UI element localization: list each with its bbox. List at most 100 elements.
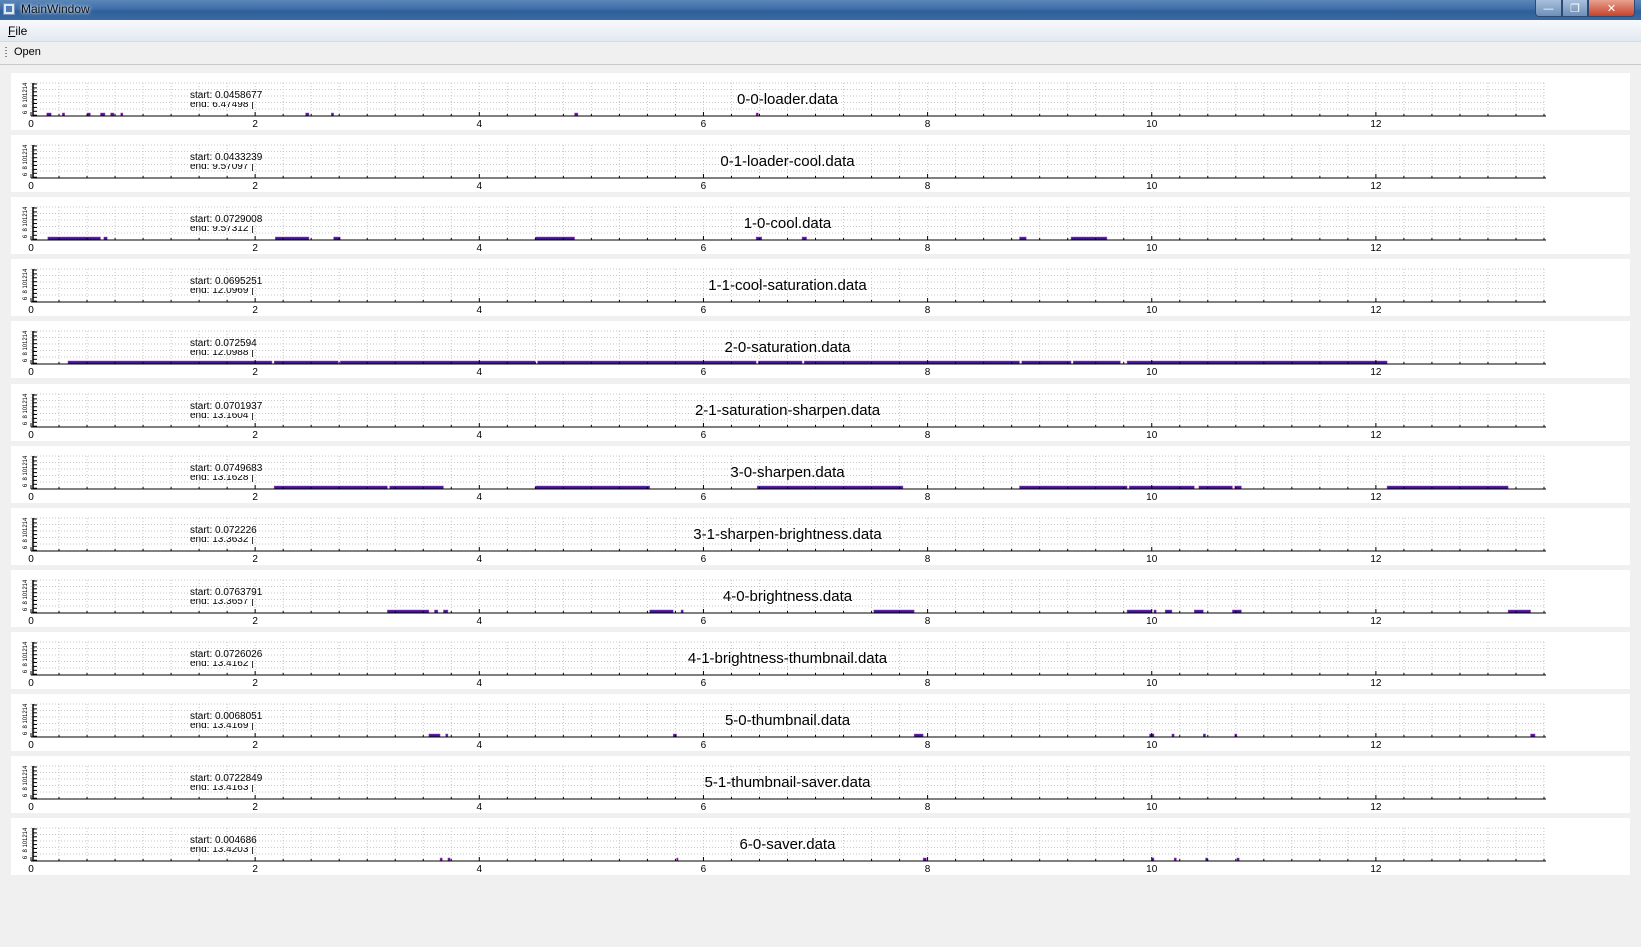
end-time-label: end: 13.1628 |: [190, 475, 254, 483]
plot-panel: 14 12 10 8 6 0 2 4 6 8 10 12 start: 0.0458677 end: 6.…: [11, 73, 1630, 130]
start-time-label: start: 0.0722849: [190, 773, 263, 785]
x-tick-label: 12: [1370, 864, 1382, 875]
x-tick-label: 12: [1370, 181, 1382, 192]
x-tick-label: 4: [477, 181, 483, 192]
x-tick-label: 2: [252, 678, 258, 689]
end-time-text: end: 13.3657 |: [190, 598, 254, 607]
y-tick-label: 10: [23, 530, 29, 537]
x-tick-label: 10: [1146, 864, 1158, 875]
close-button[interactable]: ✕: [1588, 0, 1635, 17]
start-time-label: start: 0.0763791: [190, 586, 263, 598]
y-tick-label: 14: [23, 144, 29, 151]
x-tick-label: 2: [252, 181, 258, 192]
title-bar[interactable]: MainWindow — ❐ ✕: [0, 0, 1641, 20]
end-time-text: end: 6.47498 |: [190, 102, 254, 110]
x-tick-label: 8: [925, 740, 931, 751]
y-tick-label: 14: [23, 206, 29, 213]
x-tick-label: 12: [1370, 492, 1382, 503]
y-tick-label: 6: [23, 296, 29, 300]
y-tick-label: 10: [23, 406, 29, 413]
y-tick-label: 8: [23, 290, 29, 294]
x-tick-label: 2: [252, 430, 258, 441]
start-time-label: start: 0.0433239: [190, 152, 263, 164]
x-tick-label: 8: [925, 305, 931, 316]
start-time-label: start: 0.0701937: [190, 400, 263, 412]
x-tick-label: 0: [28, 492, 34, 503]
plot-panel: 14 12 10 8 6 0 2 4 6 8 10 12 start: 0.072226 end: 13.…: [11, 507, 1630, 565]
plot-panel: 14 12 10 8 6 0 2 4 6 8 10 12 start: 0.0763791 end: 13…: [11, 569, 1630, 627]
x-tick-label: 8: [925, 492, 931, 503]
plot-title: 3-1-sharpen-brightness.data: [693, 525, 882, 543]
x-tick-label: 10: [1146, 243, 1158, 254]
plot-panel: 14 12 10 8 6 0 2 4 6 8 10 12 start: 0.072594 end: 12.…: [11, 321, 1630, 379]
x-tick-label: 2: [252, 492, 258, 503]
plot-title: 2-1-saturation-sharpen.data: [694, 401, 881, 419]
y-tick-label: 12: [23, 461, 29, 468]
end-time-label: end: 13.4162 |: [190, 661, 254, 669]
x-tick-label: 10: [1146, 740, 1158, 751]
y-tick-label: 8: [23, 724, 29, 728]
y-tick-label: 14: [23, 703, 29, 710]
y-tick-label: 10: [23, 344, 29, 351]
open-button[interactable]: Open: [14, 46, 41, 58]
y-tick-label: 12: [23, 399, 29, 406]
x-tick-label: 2: [252, 119, 258, 130]
end-time-text: end: 13.1628 |: [190, 474, 254, 483]
y-tick-label: 6: [23, 669, 29, 673]
x-tick-label: 0: [28, 119, 34, 130]
menu-bar: File: [0, 20, 1641, 42]
x-tick-label: 4: [477, 119, 483, 130]
y-tick-label: 6: [23, 855, 29, 859]
plot-title: 4-1-brightness-thumbnail.data: [687, 649, 888, 667]
toolbar-grip-handle[interactable]: [5, 47, 7, 59]
end-time-text: end: 9.57097 |: [190, 164, 254, 173]
y-tick-label: 6: [23, 110, 29, 114]
y-tick-label: 8: [23, 849, 29, 853]
plot-panel: 14 12 10 8 6 0 2 4 6 8 10 12 start: 0.0749683 end: 13…: [11, 445, 1630, 503]
x-tick-label: 6: [701, 740, 707, 751]
x-tick-label: 6: [701, 864, 707, 875]
end-time-text: end: 13.3632 |: [190, 536, 254, 545]
y-tick-label: 14: [23, 268, 29, 275]
y-tick-label: 14: [23, 517, 29, 524]
y-tick-label: 6: [23, 421, 29, 425]
end-time-text: end: 13.1604 |: [190, 412, 254, 421]
y-tick-label: 12: [23, 151, 29, 158]
x-tick-label: 2: [252, 243, 258, 254]
y-tick-label: 14: [23, 641, 29, 648]
x-tick-label: 10: [1146, 181, 1158, 192]
end-time-text: end: 13.4162 |: [190, 660, 254, 669]
x-tick-label: 6: [701, 802, 707, 813]
start-time-label: start: 0.0068051: [190, 711, 263, 722]
end-time-label: end: 13.1604 |: [190, 413, 254, 421]
y-tick-label: 12: [23, 337, 29, 344]
y-tick-label: 14: [23, 765, 29, 772]
plot-panel: 14 12 10 8 6 0 2 4 6 8 10 12 start: 0.004686 end: 13.…: [11, 818, 1630, 876]
plot-panel: 14 12 10 8 6 0 2 4 6 8 10 12 start: 0.0433239 end: 9.…: [11, 135, 1630, 193]
plot-panel: 14 12 10 8 6 0 2 4 6 8 10 12 start: 0.0695251 end: 12…: [11, 259, 1630, 317]
y-tick-label: 10: [23, 95, 29, 102]
x-tick-label: 0: [28, 430, 34, 441]
minimize-button[interactable]: —: [1535, 0, 1562, 17]
maximize-button[interactable]: ❐: [1562, 0, 1588, 17]
start-time-label: start: 0.0458677: [190, 90, 263, 101]
x-tick-label: 10: [1146, 802, 1158, 813]
x-tick-label: 2: [252, 864, 258, 875]
x-tick-label: 8: [925, 554, 931, 565]
x-tick-label: 0: [28, 181, 34, 192]
x-tick-label: 6: [701, 492, 707, 503]
y-tick-label: 8: [23, 166, 29, 170]
plot-title: 1-1-cool-saturation.data: [708, 277, 867, 295]
y-tick-label: 10: [23, 592, 29, 599]
x-tick-label: 6: [701, 430, 707, 441]
x-tick-label: 4: [477, 616, 483, 627]
x-tick-label: 4: [477, 305, 483, 316]
x-tick-label: 6: [701, 181, 707, 192]
plot-list[interactable]: 14 12 10 8 6 0 2 4 6 8 10 12 start: 0.0458677 end: 6.…: [0, 66, 1641, 947]
y-tick-label: 14: [23, 393, 29, 400]
x-tick-label: 8: [925, 367, 931, 378]
y-tick-label: 8: [23, 538, 29, 542]
y-tick-label: 6: [23, 545, 29, 549]
menu-file[interactable]: File: [8, 24, 27, 38]
y-tick-label: 6: [23, 234, 29, 238]
